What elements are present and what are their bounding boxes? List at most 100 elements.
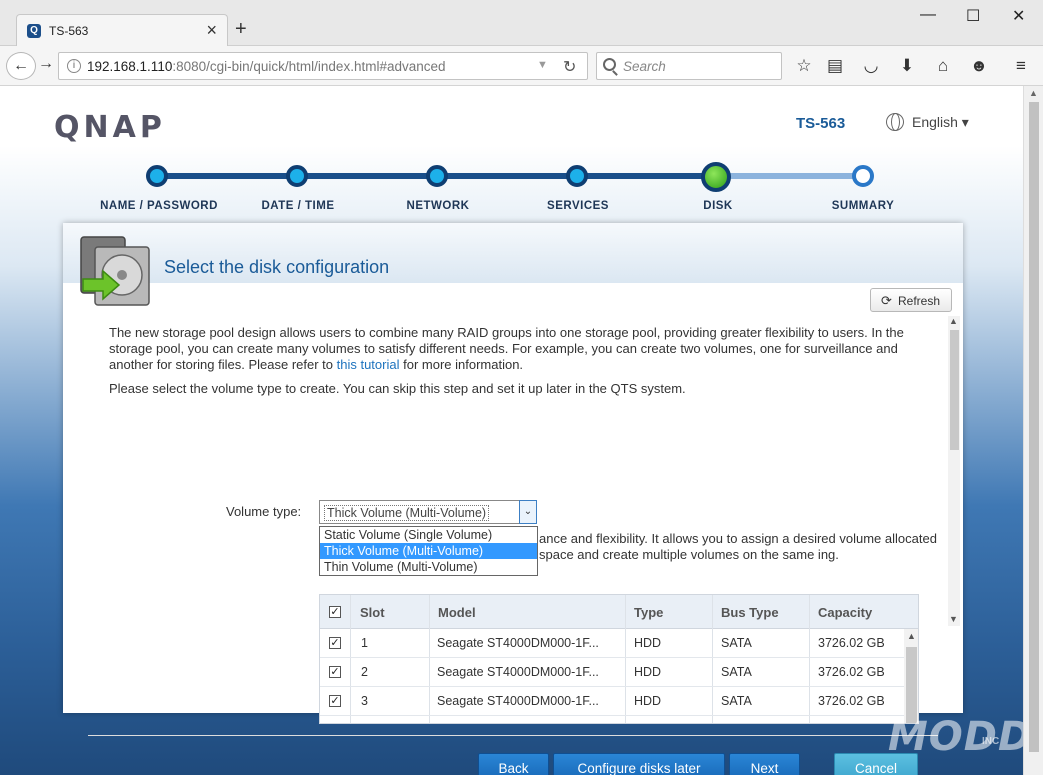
forward-arrow-icon[interactable]: → <box>38 55 54 73</box>
qnap-logo: QNAP <box>54 110 166 145</box>
header-bus-type: Bus Type <box>721 605 779 620</box>
browser-titlebar: Q TS-563 × + — ☐ ✕ <box>0 0 1043 46</box>
back-arrow-icon[interactable]: ← <box>6 52 36 80</box>
cell-type: HDD <box>634 636 662 650</box>
cell-slot: 1 <box>361 636 368 650</box>
step-dot-services <box>566 165 588 187</box>
new-tab-icon[interactable]: + <box>235 18 247 41</box>
table-row[interactable] <box>320 716 904 723</box>
table-scrollbar[interactable]: ▲ <box>904 629 918 723</box>
scroll-up-icon[interactable]: ▲ <box>949 316 958 326</box>
select-all-checkbox[interactable]: ✓ <box>329 606 341 618</box>
search-placeholder: Search <box>623 59 666 74</box>
chevron-down-icon[interactable]: ⌄ <box>519 500 537 524</box>
url-bar[interactable]: i 192.168.1.110:8080/cgi-bin/quick/html/… <box>58 52 588 80</box>
footer-divider <box>88 735 938 736</box>
step-dot-network <box>426 165 448 187</box>
pocket-icon[interactable]: ◡ <box>860 56 882 76</box>
download-icon[interactable]: ⬇ <box>896 56 918 76</box>
refresh-button[interactable]: ⟳ Refresh <box>870 288 952 312</box>
step-label-date-time: DATE / TIME <box>261 200 335 212</box>
cell-bus-type: SATA <box>721 665 752 679</box>
table-scroll-up-icon[interactable]: ▲ <box>907 631 916 641</box>
dialog-title: Select the disk configuration <box>164 257 390 277</box>
option-static-volume[interactable]: Static Volume (Single Volume) <box>320 527 537 543</box>
cell-capacity: 3726.02 GB <box>818 665 885 679</box>
modders-inc-watermark: MODDERS <box>888 714 1023 760</box>
page-scrollbar[interactable]: ▲ <box>1023 86 1043 775</box>
volume-type-select[interactable]: Thick Volume (Multi-Volume) ⌄ <box>319 500 537 524</box>
row-checkbox[interactable]: ✓ <box>329 666 341 678</box>
table-row[interactable]: ✓ 3 Seagate ST4000DM000-1F... HDD SATA 3… <box>320 687 904 716</box>
browser-navbar: ← → i 192.168.1.110:8080/cgi-bin/quick/h… <box>0 46 1043 86</box>
table-scroll-thumb[interactable] <box>906 647 917 723</box>
header-slot: Slot <box>360 605 385 620</box>
next-button[interactable]: Next <box>729 753 800 775</box>
disk-config-dialog: Select the disk configuration ⟳ Refresh … <box>63 223 963 775</box>
cell-type: HDD <box>634 694 662 708</box>
cell-bus-type: SATA <box>721 694 752 708</box>
reading-list-icon[interactable]: ▤ <box>824 56 846 76</box>
page-scroll-thumb[interactable] <box>1029 102 1039 752</box>
cell-slot: 2 <box>361 665 368 679</box>
close-tab-icon[interactable]: × <box>206 20 217 41</box>
option-thick-volume[interactable]: Thick Volume (Multi-Volume) <box>320 543 537 559</box>
home-icon[interactable]: ⌂ <box>932 56 954 76</box>
url-dropdown-icon[interactable]: ▼ <box>537 59 548 71</box>
search-icon <box>603 58 616 71</box>
cell-model: Seagate ST4000DM000-1F... <box>437 665 599 679</box>
step-label-name-password: NAME / PASSWORD <box>100 200 218 212</box>
refresh-icon: ⟳ <box>881 293 892 308</box>
step-label-network: NETWORK <box>406 200 470 212</box>
volume-type-dropdown: Static Volume (Single Volume) Thick Volu… <box>319 526 538 576</box>
browser-tab[interactable]: Q TS-563 × <box>16 14 228 46</box>
device-model: TS-563 <box>796 115 846 132</box>
step-label-summary: SUMMARY <box>831 200 895 212</box>
table-row[interactable]: ✓ 2 Seagate ST4000DM000-1F... HDD SATA 3… <box>320 658 904 687</box>
wizard-page: QNAP TS-563 English ▾ NAME / PASSWORD DA… <box>0 86 1023 775</box>
qnap-favicon-icon: Q <box>27 24 41 38</box>
table-header: ✓ Slot Model Type Bus Type Capacity <box>320 595 918 629</box>
scroll-down-icon[interactable]: ▼ <box>949 614 958 624</box>
refresh-label: Refresh <box>898 294 941 308</box>
close-window-icon[interactable]: ✕ <box>1012 6 1025 26</box>
maximize-icon[interactable]: ☐ <box>966 6 980 26</box>
info-icon[interactable]: i <box>67 59 81 73</box>
disk-table: ✓ Slot Model Type Bus Type Capacity ✓ 1 … <box>319 594 919 724</box>
volume-instruction: Please select the volume type to create.… <box>109 381 686 396</box>
step-dot-name-password <box>146 165 168 187</box>
language-selector[interactable]: English ▾ <box>912 114 969 131</box>
globe-icon <box>886 113 904 131</box>
header-model: Model <box>438 605 476 620</box>
volume-type-label: Volume type: <box>226 504 302 519</box>
option-thin-volume[interactable]: Thin Volume (Multi-Volume) <box>320 559 537 575</box>
reload-icon[interactable]: ↻ <box>563 57 576 77</box>
hard-disk-icon <box>80 236 150 306</box>
step-dot-disk <box>701 162 731 192</box>
url-text: 192.168.1.110:8080/cgi-bin/quick/html/in… <box>87 59 446 74</box>
step-dot-summary <box>852 165 874 187</box>
step-label-disk: DISK <box>703 200 733 212</box>
search-input[interactable]: Search <box>596 52 782 80</box>
cell-type: HDD <box>634 665 662 679</box>
table-row[interactable]: ✓ 1 Seagate ST4000DM000-1F... HDD SATA 3… <box>320 629 904 658</box>
row-checkbox[interactable]: ✓ <box>329 637 341 649</box>
content-scroll-thumb[interactable] <box>950 330 959 450</box>
menu-icon[interactable]: ≡ <box>1010 56 1032 76</box>
cell-model: Seagate ST4000DM000-1F... <box>437 636 599 650</box>
configure-later-button[interactable]: Configure disks later <box>553 753 725 775</box>
cell-slot: 3 <box>361 694 368 708</box>
cell-model: Seagate ST4000DM000-1F... <box>437 694 599 708</box>
header-type: Type <box>634 605 664 620</box>
page-scroll-up-icon[interactable]: ▲ <box>1029 88 1038 98</box>
header-capacity: Capacity <box>818 605 873 620</box>
smiley-icon[interactable]: ☻ <box>968 56 990 76</box>
storage-pool-description: The new storage pool design allows users… <box>109 325 904 372</box>
back-button[interactable]: Back <box>478 753 549 775</box>
progress-track-remaining <box>716 173 863 179</box>
tutorial-link[interactable]: this tutorial <box>337 357 400 372</box>
content-scrollbar[interactable]: ▲ ▼ <box>948 316 960 626</box>
minimize-icon[interactable]: — <box>920 6 936 24</box>
bookmark-star-icon[interactable]: ☆ <box>793 56 815 76</box>
row-checkbox[interactable]: ✓ <box>329 695 341 707</box>
